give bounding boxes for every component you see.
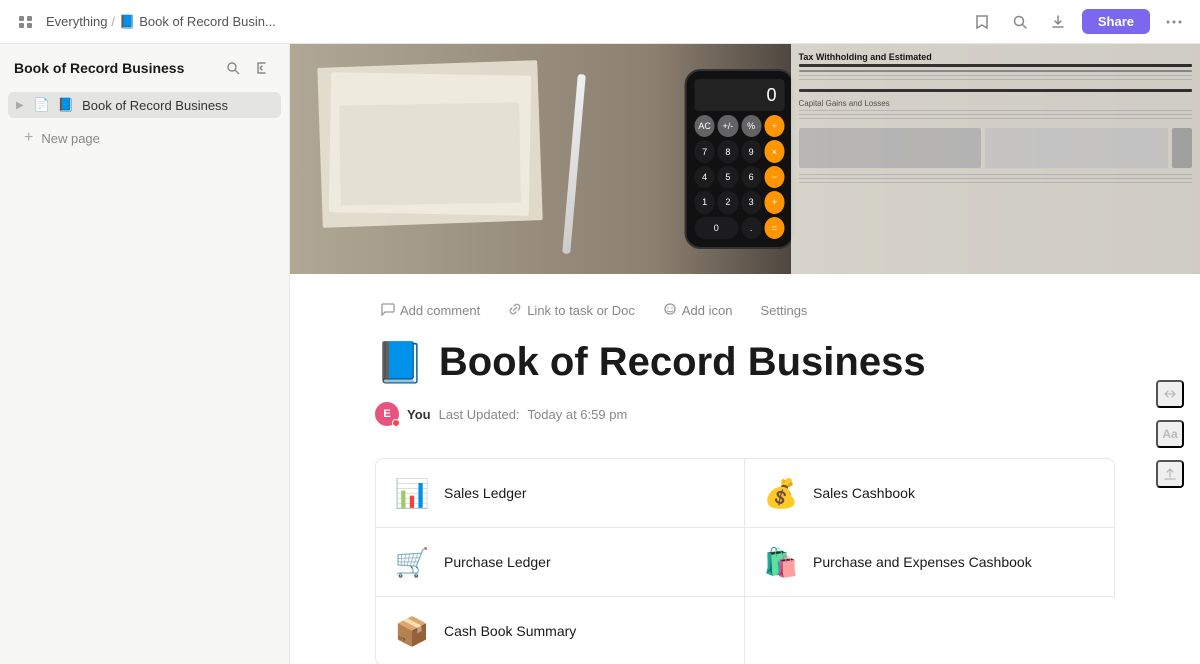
page-content: Add comment Link to task or Doc	[295, 274, 1195, 664]
doc-icon-purchase-ledger: 🛒	[392, 542, 432, 582]
documents-grid: 📊 Sales Ledger 💰 Sales Cashbook 🛒 Purcha…	[375, 458, 1115, 664]
expand-width-button[interactable]	[1156, 380, 1184, 408]
breadcrumb-home[interactable]: Everything	[46, 14, 107, 29]
hero-image-inner: 0 AC+/-%÷ 789× 456− 123+ 0.= Tax Withhol…	[290, 44, 1200, 274]
plus-icon: +	[24, 129, 33, 147]
link-icon	[508, 302, 522, 319]
topbar-right: Share	[968, 8, 1188, 36]
calculator-visual: 0 AC+/-%÷ 789× 456− 123+ 0.=	[685, 69, 795, 249]
sidebar-items: ▶ 📄 📘 Book of Record Business	[0, 88, 289, 122]
new-page-label: New page	[41, 131, 100, 146]
link-to-task-button[interactable]: Link to task or Doc	[502, 298, 641, 323]
breadcrumb-separator: /	[111, 14, 115, 29]
avatar: E	[375, 402, 399, 426]
doc-icon-cashbook-summary: 📦	[392, 611, 432, 651]
calc-grid: AC+/-%÷ 789× 456− 123+ 0.=	[695, 115, 785, 239]
doc-icon-sales-ledger: 📊	[392, 473, 432, 513]
font-size-button[interactable]: Aa	[1156, 420, 1184, 448]
emoji-icon	[663, 302, 677, 319]
toolbar-row: Add comment Link to task or Doc	[375, 298, 1115, 323]
doc-icon-sales-cashbook: 💰	[761, 473, 801, 513]
app-menu-button[interactable]	[12, 8, 40, 36]
author-name: You	[407, 407, 431, 422]
settings-label: Settings	[760, 303, 807, 318]
doc-card-purchase-expenses[interactable]: 🛍️ Purchase and Expenses Cashbook	[745, 528, 1115, 597]
doc-name-purchase-ledger: Purchase Ledger	[444, 554, 551, 570]
avatar-notification-dot	[392, 419, 400, 427]
share-button[interactable]: Share	[1082, 9, 1150, 34]
last-updated-label: Last Updated:	[439, 407, 520, 422]
content-area: 0 AC+/-%÷ 789× 456− 123+ 0.= Tax Withhol…	[290, 44, 1200, 664]
bookmark-button[interactable]	[968, 8, 996, 36]
font-icon: Aa	[1162, 427, 1177, 441]
sidebar-item-doc-icon: 📄	[34, 97, 50, 113]
doc-icon-purchase-expenses: 🛍️	[761, 542, 801, 582]
doc-card-sales-cashbook[interactable]: 💰 Sales Cashbook	[745, 458, 1115, 528]
breadcrumb-doc[interactable]: Book of Record Busin...	[139, 14, 276, 29]
new-page-button[interactable]: + New page	[8, 124, 281, 152]
chevron-right-icon: ▶	[16, 100, 24, 111]
sidebar: Book of Record Business ▶	[0, 44, 290, 664]
share-upload-button[interactable]	[1156, 460, 1184, 488]
sidebar-header-icons	[221, 56, 275, 80]
page-emoji: 📘	[375, 339, 425, 386]
topbar: Everything / 📘 Book of Record Busin... S…	[0, 0, 1200, 44]
breadcrumb-doc-icon: 📘	[119, 14, 135, 30]
sidebar-item-label: Book of Record Business	[82, 98, 228, 113]
last-updated-value: Today at 6:59 pm	[528, 407, 628, 422]
calc-screen: 0	[695, 79, 785, 111]
sidebar-header: Book of Record Business	[0, 44, 289, 88]
topbar-left: Everything / 📘 Book of Record Busin...	[12, 8, 960, 36]
sidebar-collapse-button[interactable]	[251, 56, 275, 80]
search-button[interactable]	[1006, 8, 1034, 36]
hero-image: 0 AC+/-%÷ 789× 456− 123+ 0.= Tax Withhol…	[290, 44, 1200, 274]
settings-button[interactable]: Settings	[754, 299, 813, 322]
doc-name-sales-cashbook: Sales Cashbook	[813, 485, 915, 501]
more-button[interactable]	[1160, 8, 1188, 36]
doc-name-cashbook-summary: Cash Book Summary	[444, 623, 576, 639]
doc-name-purchase-expenses: Purchase and Expenses Cashbook	[813, 554, 1032, 570]
doc-card-purchase-ledger[interactable]: 🛒 Purchase Ledger	[375, 528, 745, 597]
add-icon-button[interactable]: Add icon	[657, 298, 739, 323]
add-icon-label: Add icon	[682, 303, 733, 318]
breadcrumb: Everything / 📘 Book of Record Busin...	[46, 14, 276, 30]
page-title: Book of Record Business	[439, 340, 926, 385]
avatar-initial: E	[383, 408, 390, 420]
add-comment-label: Add comment	[400, 303, 480, 318]
add-comment-button[interactable]: Add comment	[375, 298, 486, 323]
sidebar-search-button[interactable]	[221, 56, 245, 80]
right-toolbar: Aa	[1156, 380, 1184, 488]
main-layout: Book of Record Business ▶	[0, 44, 1200, 664]
doc-card-sales-ledger[interactable]: 📊 Sales Ledger	[375, 458, 745, 528]
meta-row: E You Last Updated: Today at 6:59 pm	[375, 402, 1115, 426]
doc-card-cashbook-summary[interactable]: 📦 Cash Book Summary	[375, 597, 745, 664]
doc-name-sales-ledger: Sales Ledger	[444, 485, 527, 501]
download-button[interactable]	[1044, 8, 1072, 36]
page-title-area: 📘 Book of Record Business	[375, 339, 1115, 386]
sidebar-item-book-record[interactable]: ▶ 📄 📘 Book of Record Business	[8, 92, 281, 118]
sidebar-title: Book of Record Business	[14, 60, 184, 76]
link-label: Link to task or Doc	[527, 303, 635, 318]
tax-form-visual: Tax Withholding and Estimated Capital Ga…	[791, 44, 1200, 274]
comment-icon	[381, 302, 395, 319]
sidebar-item-emoji: 📘	[58, 97, 74, 113]
